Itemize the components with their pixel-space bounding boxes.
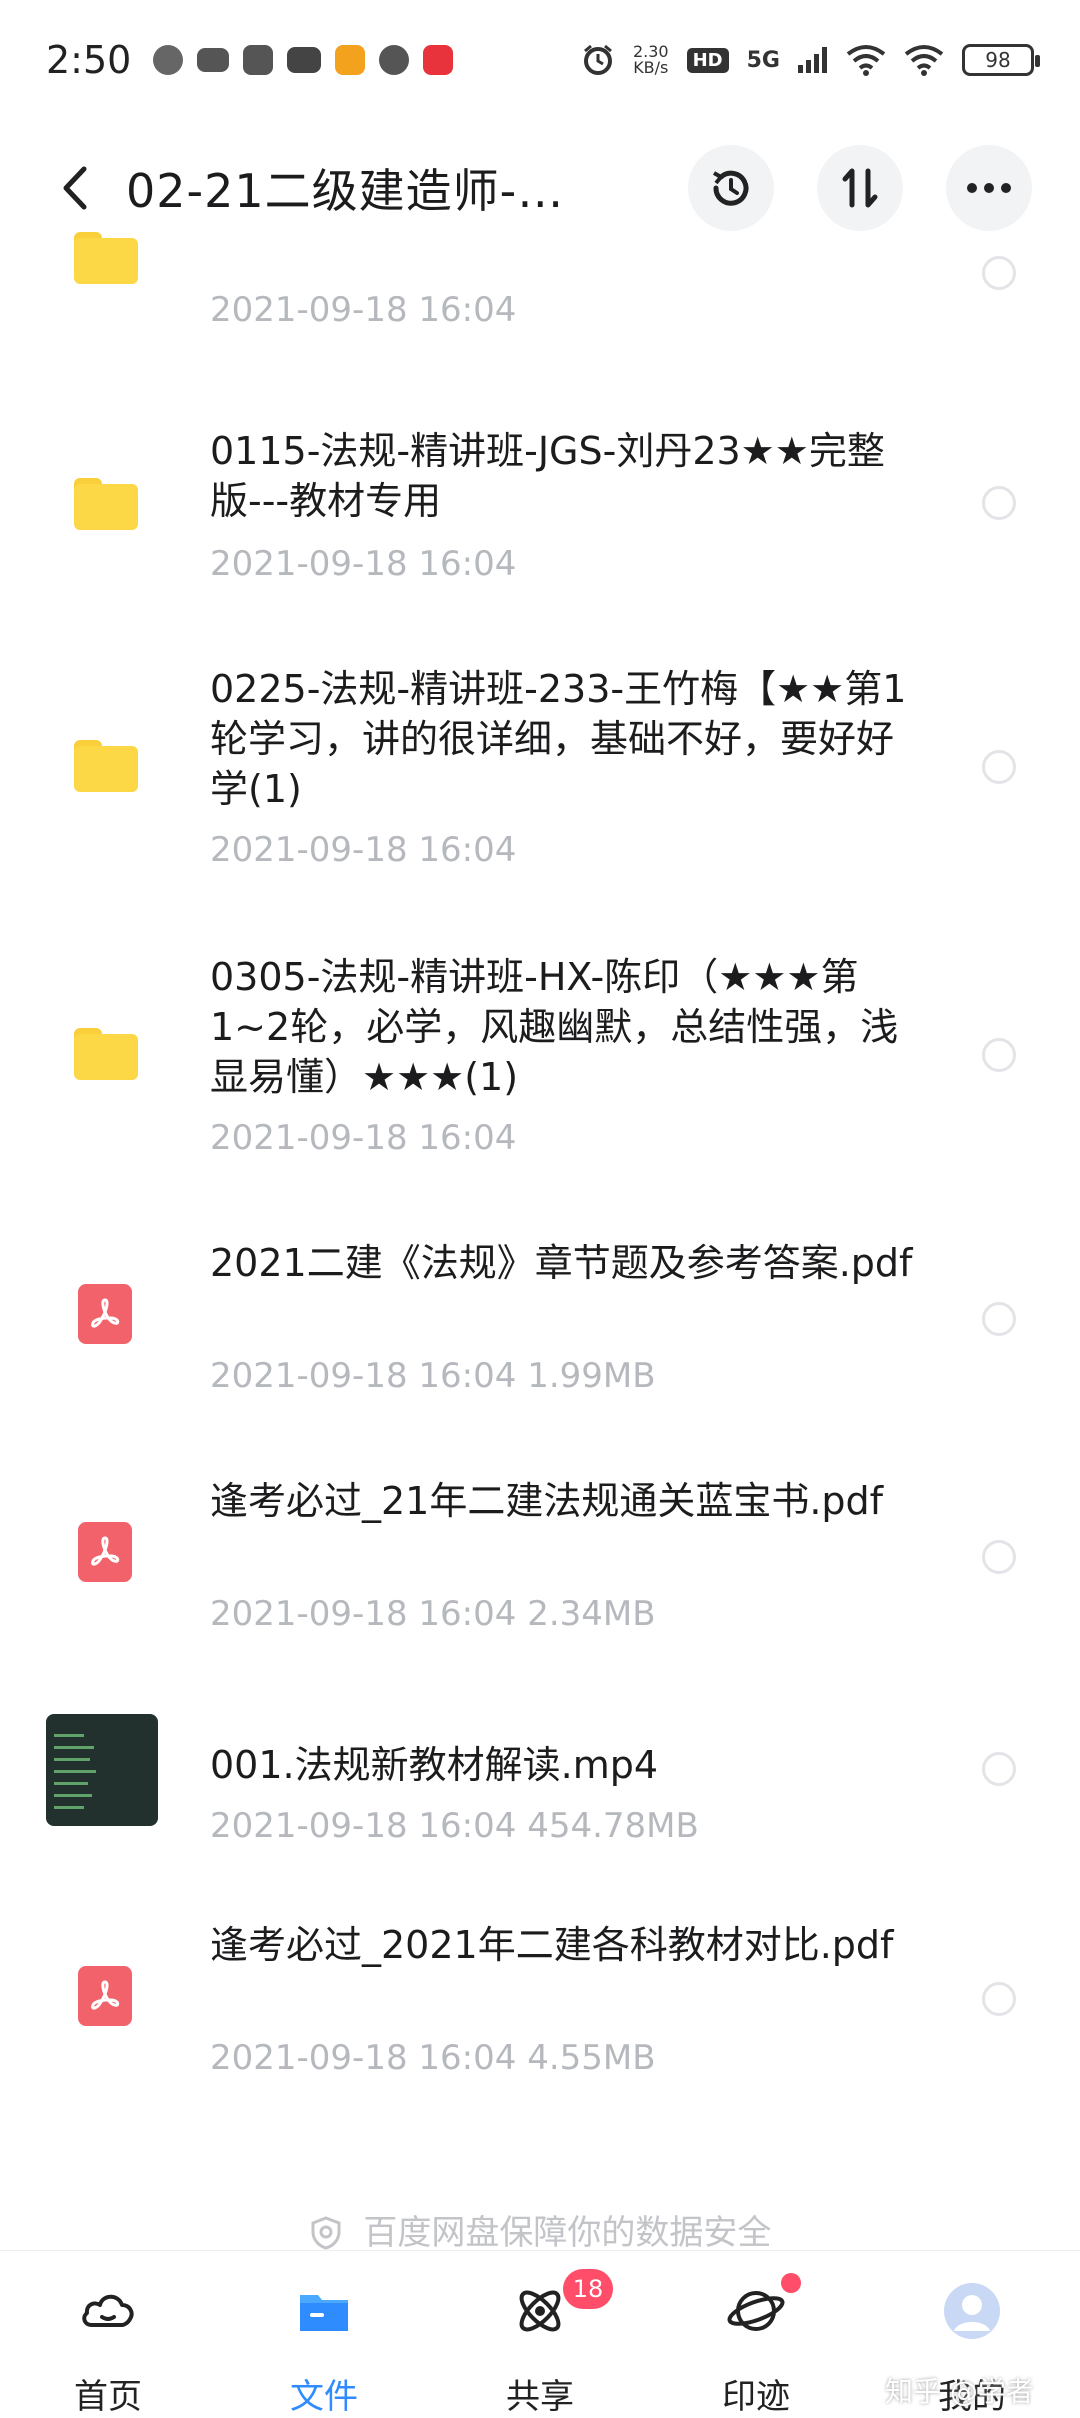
item-meta: 2021-09-18 16:04 4.55MB [210, 2038, 656, 2078]
share-badge: 18 [563, 2269, 613, 2309]
folder-icon [68, 1016, 138, 1086]
nav-share-label: 共享 [506, 2377, 574, 2417]
top-bar: 02-21二级建造师-… [0, 128, 1080, 248]
more-dots-icon [967, 183, 1011, 193]
item-meta: 2021-09-18 16:04 [210, 1118, 517, 1158]
security-note-text: 百度网盘保障你的数据安全 [363, 2213, 772, 2253]
signal-icon [798, 47, 827, 73]
watermark-text: 知乎 @学者 [885, 2375, 1034, 2408]
item-meta: 2021-09-18 16:04 [210, 830, 517, 870]
select-radio[interactable] [982, 1302, 1016, 1336]
item-meta: 2021-09-18 16:04 [210, 544, 517, 584]
shop-notification-icon [423, 45, 454, 75]
nav-home[interactable]: 首页 [33, 2281, 183, 2417]
item-title: 0305-法规-精讲班-HX-陈印（★★★第1~2轮，必学，风趣幽默，总结性强，… [210, 955, 899, 1099]
nav-files-label: 文件 [290, 2377, 358, 2417]
hd-badge: HD [686, 47, 729, 73]
chevron-left-icon [63, 166, 87, 210]
item-title: 逢考必过_2021年二建各科教材对比.pdf [210, 1923, 894, 1967]
shield-icon [311, 2216, 341, 2250]
status-right: 2.30 KB/s HD 5G 98 [581, 43, 1040, 77]
select-radio[interactable] [982, 1540, 1016, 1574]
notification-icons [153, 45, 454, 75]
folder-icon [68, 220, 138, 290]
network-5g-label: 5G [746, 47, 780, 73]
share-atom-icon [519, 2290, 561, 2332]
select-radio[interactable] [982, 1038, 1016, 1072]
security-note: 百度网盘保障你的数据安全 [0, 2205, 1080, 2254]
battery-indicator: 98 [962, 44, 1040, 76]
network-speed: 2.30 KB/s [633, 44, 669, 76]
history-button[interactable] [688, 145, 774, 231]
nav-home-label: 首页 [74, 2377, 142, 2417]
history-icon [713, 170, 749, 206]
alarm-icon [583, 44, 612, 75]
status-bar: 2:50 2.30 KB/s HD 5G 98 [0, 0, 1080, 120]
sort-icon [842, 168, 878, 208]
wifi-icon-1 [846, 45, 886, 76]
item-title: 001.法规新教材解读.mp4 [210, 1743, 659, 1787]
battery-level: 98 [985, 48, 1011, 72]
network-speed-unit: KB/s [633, 58, 669, 77]
avatar-icon [944, 2283, 1000, 2339]
app-notification-icon [153, 45, 184, 75]
back-button[interactable] [40, 153, 110, 223]
camera-notification-icon [379, 45, 410, 75]
folder-icon [68, 466, 138, 536]
nav-files[interactable]: 文件 [249, 2281, 399, 2417]
home-cloud-icon [82, 2294, 134, 2327]
select-radio[interactable] [982, 1982, 1016, 2016]
nav-share[interactable]: 18 共享 [465, 2269, 615, 2417]
item-title: 0115-法规-精讲班-JGS-刘丹23★★完整版---教材专用 [210, 429, 885, 523]
wifi-icon-2 [904, 45, 944, 76]
nav-trace[interactable]: 印迹 [681, 2273, 831, 2417]
nav-trace-label: 印迹 [722, 2377, 790, 2417]
pdf-icon [68, 1280, 138, 1350]
more-button[interactable] [946, 145, 1032, 231]
item-meta: 2021-09-18 16:04 454.78MB [210, 1806, 699, 1846]
item-meta: 2021-09-18 16:04 2.34MB [210, 1594, 656, 1634]
pdf-icon [68, 1962, 138, 2032]
page-title: 02-21二级建造师-… [126, 164, 565, 218]
select-radio[interactable] [982, 256, 1016, 290]
notification-dot [781, 2273, 801, 2293]
iqiyi-notification-icon [287, 47, 322, 73]
game-notification-icon [335, 45, 366, 75]
folder-icon [300, 2295, 348, 2331]
item-meta: 2021-09-18 16:04 1.99MB [210, 1356, 656, 1396]
select-radio[interactable] [982, 750, 1016, 784]
select-radio[interactable] [982, 1752, 1016, 1786]
folder-icon [68, 728, 138, 798]
telegram-notification-icon [243, 45, 274, 75]
planet-icon [727, 2291, 785, 2331]
select-radio[interactable] [982, 486, 1016, 520]
video-thumbnail [46, 1714, 158, 1826]
item-title: 0225-法规-精讲班-233-王竹梅【★★第1轮学习，讲的很详细，基础不好，要… [210, 667, 907, 811]
item-title: 逢考必过_21年二建法规通关蓝宝书.pdf [210, 1479, 884, 1523]
bird-notification-icon [197, 48, 230, 72]
status-time: 2:50 [46, 38, 132, 82]
sort-button[interactable] [817, 145, 903, 231]
item-meta: 2021-09-18 16:04 [210, 290, 517, 330]
pdf-icon [68, 1518, 138, 1588]
item-title: 2021二建《法规》章节题及参考答案.pdf [210, 1241, 913, 1285]
